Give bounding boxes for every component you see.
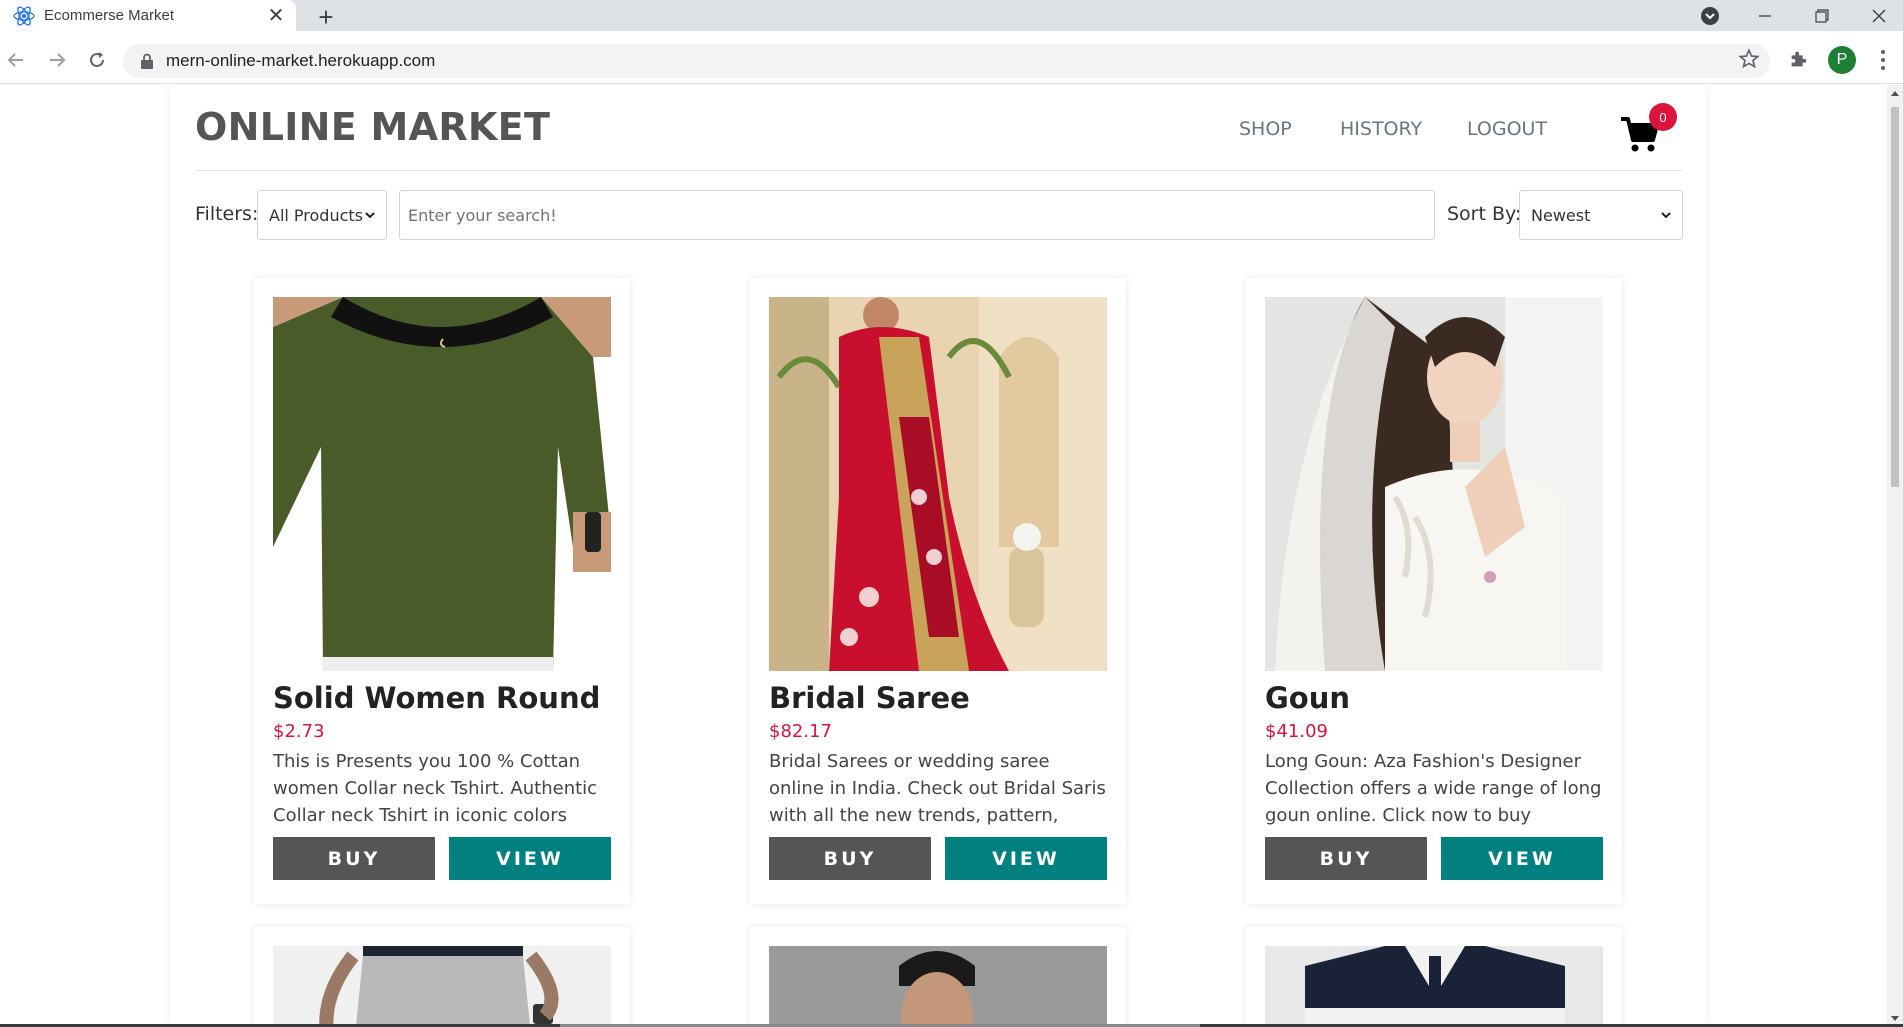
bookmark-star-icon[interactable] [1738, 48, 1760, 70]
saree-photo [769, 297, 1107, 671]
man-portrait-photo [769, 946, 1107, 1027]
browser-tab[interactable]: Ecommerse Market ✕ [0, 0, 296, 31]
product-card: Bridal Saree $82.17 Bridal Sarees or wed… [750, 278, 1126, 904]
buy-button[interactable]: BUY [1265, 837, 1427, 880]
view-button[interactable]: VIEW [449, 837, 611, 880]
close-window-icon[interactable] [1855, 0, 1903, 31]
sort-select[interactable]: Newest [1519, 190, 1683, 240]
filters-label: Filters: [195, 203, 259, 225]
product-description: Bridal Sarees or wedding saree online in… [769, 751, 1106, 826]
react-logo-icon [13, 5, 35, 26]
product-image[interactable] [273, 946, 611, 1027]
cart-button[interactable]: 0 [1620, 103, 1680, 153]
forward-icon[interactable] [43, 46, 71, 74]
page-container: ONLINE MARKET SHOP HISTORY LOGOUT 0 Filt… [170, 85, 1707, 1027]
nav-logout[interactable]: LOGOUT [1467, 118, 1547, 140]
minimize-icon[interactable] [1741, 0, 1789, 31]
scrollbar-thumb[interactable] [1891, 107, 1899, 487]
extensions-icon[interactable] [1788, 48, 1810, 70]
product-title[interactable]: Goun [1265, 681, 1603, 715]
brand-title[interactable]: ONLINE MARKET [195, 105, 550, 149]
new-tab-icon[interactable]: + [312, 2, 340, 32]
view-button[interactable]: VIEW [1441, 837, 1603, 880]
browser-menu-icon[interactable] [1873, 48, 1893, 72]
chevron-down-icon [1661, 212, 1671, 219]
page-viewport: ONLINE MARKET SHOP HISTORY LOGOUT 0 Filt… [0, 85, 1887, 1027]
product-image[interactable] [1265, 946, 1603, 1027]
header-divider [195, 170, 1682, 171]
back-icon[interactable] [2, 46, 30, 74]
tab-title: Ecommerse Market [44, 7, 175, 24]
view-button[interactable]: VIEW [945, 837, 1107, 880]
product-card [254, 927, 630, 1027]
profile-avatar[interactable]: P [1828, 46, 1856, 74]
tshirt-photo [273, 297, 611, 671]
page-scrollbar[interactable] [1887, 85, 1903, 1027]
restore-icon[interactable] [1798, 0, 1846, 31]
buy-button[interactable]: BUY [273, 837, 435, 880]
browser-tab-strip: Ecommerse Market ✕ + [0, 0, 1903, 32]
scroll-down-icon[interactable] [1891, 1016, 1899, 1021]
product-description: Long Goun: Aza Fashion's Designer Collec… [1265, 751, 1602, 826]
search-input[interactable] [399, 190, 1435, 240]
category-select[interactable]: All Products [257, 190, 387, 240]
product-price: $41.09 [1265, 721, 1328, 742]
sort-label: Sort By: [1447, 203, 1522, 225]
chevron-down-icon [365, 212, 375, 219]
product-image[interactable] [769, 297, 1107, 671]
pants-photo [273, 946, 611, 1027]
cart-count-badge: 0 [1649, 103, 1677, 131]
product-description: This is Presents you 100 % Cottan women … [273, 751, 598, 826]
nav-shop[interactable]: SHOP [1239, 118, 1292, 140]
lock-icon [141, 53, 153, 69]
product-card [750, 927, 1126, 1027]
product-image[interactable] [1265, 297, 1603, 671]
url-text[interactable]: mern-online-market.herokuapp.com [166, 51, 435, 71]
product-title[interactable]: Solid Women Round ... [273, 681, 611, 715]
reload-icon[interactable] [83, 46, 111, 74]
nav-history[interactable]: HISTORY [1340, 118, 1422, 140]
category-select-value: All Products [269, 205, 364, 225]
polo-shirt-photo [1265, 946, 1603, 1027]
buy-button[interactable]: BUY [769, 837, 931, 880]
close-tab-icon[interactable]: ✕ [264, 4, 288, 28]
product-card [1246, 927, 1622, 1027]
product-card: Solid Women Round ... $2.73 This is Pres… [254, 278, 630, 904]
product-title[interactable]: Bridal Saree [769, 681, 1107, 715]
product-price: $2.73 [273, 721, 325, 742]
product-price: $82.17 [769, 721, 832, 742]
tab-search-icon[interactable] [1686, 0, 1734, 31]
bridal-gown-photo [1265, 297, 1603, 671]
product-image[interactable] [769, 946, 1107, 1027]
scroll-up-icon[interactable] [1891, 91, 1899, 96]
sort-select-value: Newest [1531, 205, 1591, 225]
product-card: Goun $41.09 Long Goun: Aza Fashion's Des… [1246, 278, 1622, 904]
product-image[interactable] [273, 297, 611, 671]
